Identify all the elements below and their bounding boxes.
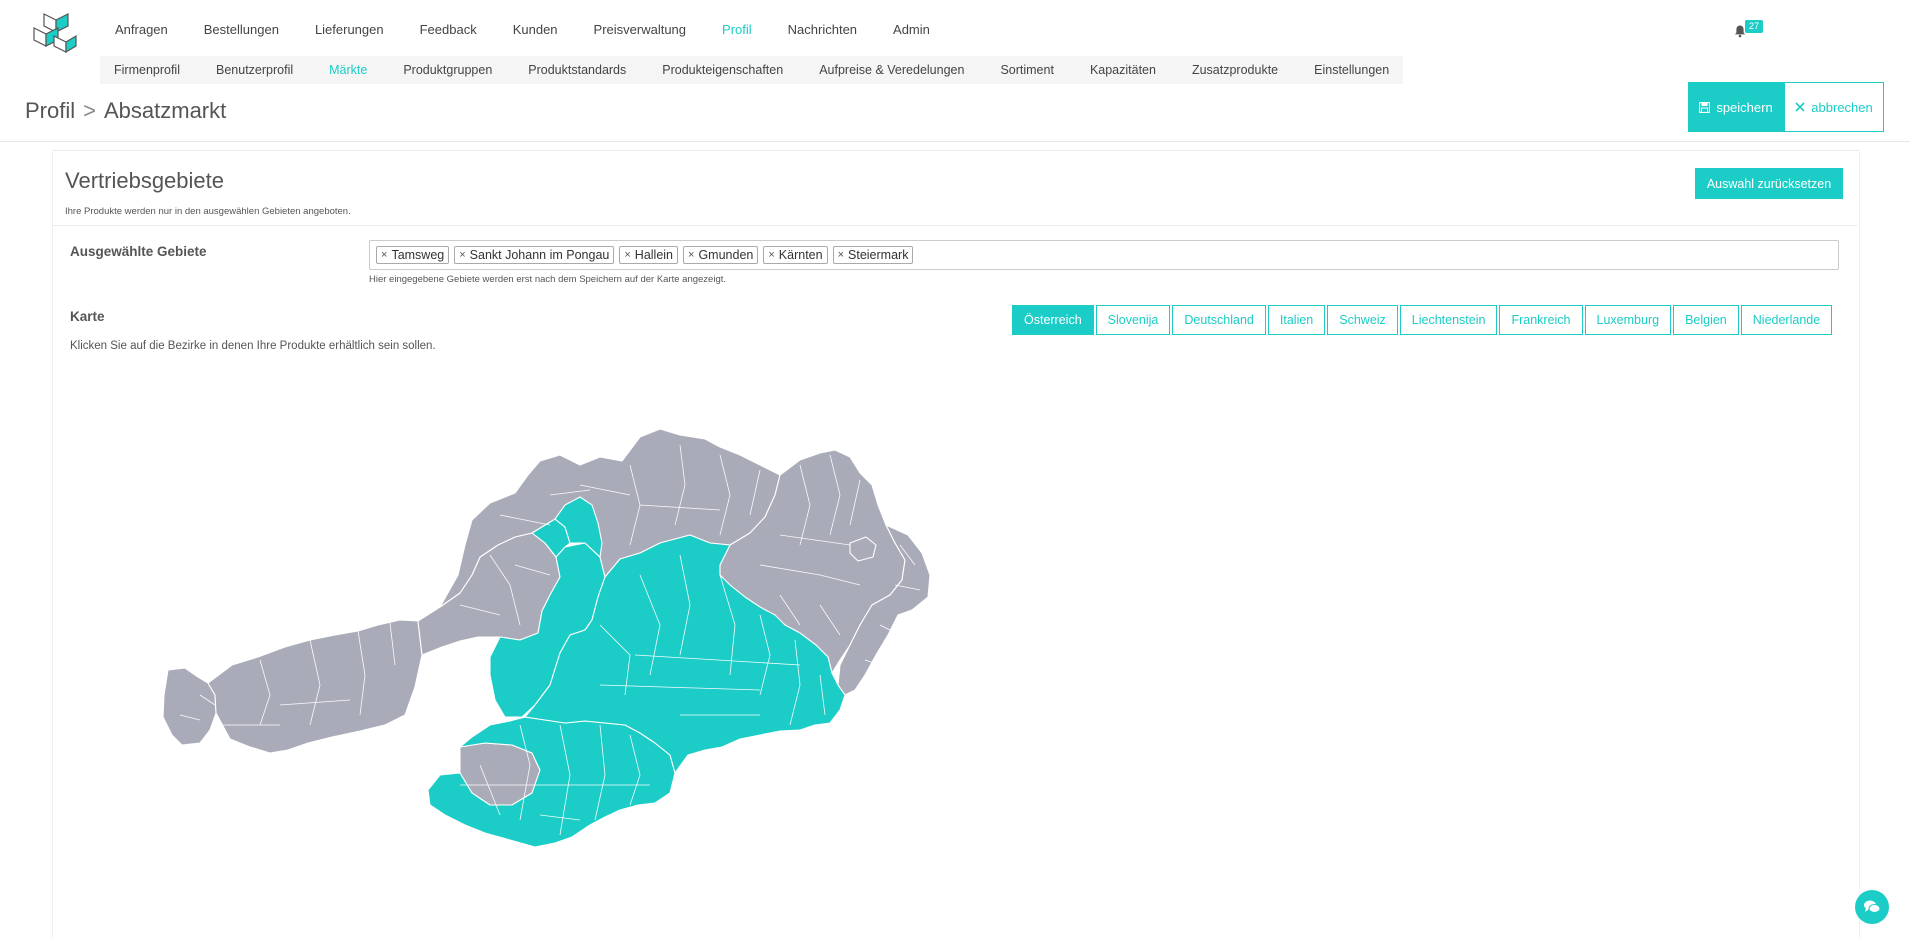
subnav-item-einstellungen[interactable]: Einstellungen [1314,63,1389,77]
austria-district-map[interactable] [160,425,1026,875]
nav-item-nachrichten[interactable]: Nachrichten [788,22,857,37]
subnav-item-benutzerprofil[interactable]: Benutzerprofil [216,63,293,77]
selected-region-tag-label: Steiermark [848,248,909,262]
sub-nav: Firmenprofil Benutzerprofil Märkte Produktg… [100,56,1404,84]
selected-regions-hint: Hier eingegebene Gebiete werden erst nac… [369,274,727,285]
country-button-slovenija[interactable]: Slovenija [1095,305,1171,335]
chat-button[interactable] [1855,890,1889,924]
selected-region-tag: × Kärnten [763,246,828,264]
map-label: Karte [70,309,105,324]
subnav-item-produkteigenschaften[interactable]: Produkteigenschaften [662,63,783,77]
breadcrumb-separator: > [83,98,96,123]
map-region-vorarlberg[interactable] [162,667,217,746]
selected-region-tag-label: Gmunden [698,248,754,262]
selected-region-tag: × Steiermark [832,246,914,264]
country-button-osterreich[interactable]: Österreich [1012,305,1094,335]
selected-region-tag-label: Hallein [634,248,674,262]
selected-region-tag: × Sankt Johann im Pongau [454,246,615,264]
selected-region-tag: × Tamsweg [376,246,450,264]
country-button-italien[interactable]: Italien [1267,305,1326,335]
cancel-button[interactable]: abbrechen [1784,82,1884,132]
nav-item-admin[interactable]: Admin [893,22,930,37]
selected-region-tag-label: Tamsweg [391,248,445,262]
country-switcher: Österreich Slovenija Deutschland Italien Sch… [1012,305,1833,335]
remove-tag-icon[interactable]: × [624,249,630,261]
section-divider [52,225,1858,226]
selected-regions-input[interactable]: × Tamsweg × Sankt Johann im Pongau × Hallein ×… [369,240,1839,270]
nav-item-feedback[interactable]: Feedback [420,22,477,37]
subnav-item-sortiment[interactable]: Sortiment [1000,63,1054,77]
section-subtitle: Ihre Produkte werden nur in den ausgewäh… [65,206,351,217]
nav-item-bestellungen[interactable]: Bestellungen [204,22,279,37]
nav-item-preisverwaltung[interactable]: Preisverwaltung [594,22,687,37]
save-button[interactable]: speichern [1688,82,1784,132]
remove-tag-icon[interactable]: × [459,249,465,261]
reset-selection-button[interactable]: Auswahl zurücksetzen [1695,168,1843,199]
subnav-item-aufpreise-and-veredelungen[interactable]: Aufpreise & Veredelungen [819,63,964,77]
country-button-schweiz[interactable]: Schweiz [1327,305,1398,335]
country-button-frankreich[interactable]: Frankreich [1499,305,1583,335]
nav-item-kunden[interactable]: Kunden [513,22,558,37]
subnav-item-firmenprofil[interactable]: Firmenprofil [114,63,180,77]
header-divider [0,141,1910,142]
cancel-button-label: abbrechen [1811,99,1873,115]
breadcrumb-parent[interactable]: Profil [25,98,75,123]
selected-region-tag: × Gmunden [683,246,759,264]
country-button-belgien[interactable]: Belgien [1673,305,1739,335]
chat-icon [1864,900,1881,913]
breadcrumb-current: Absatzmarkt [103,98,227,123]
map-region-tirol[interactable] [207,619,423,754]
close-icon [1795,102,1805,112]
remove-tag-icon[interactable]: × [688,249,694,261]
save-button-label: speichern [1716,99,1773,115]
remove-tag-icon[interactable]: × [381,249,387,261]
subnav-item-produktgruppen[interactable]: Produktgruppen [403,63,492,77]
country-button-niederlande[interactable]: Niederlande [1740,305,1833,335]
subnav-item-produktstandards[interactable]: Produktstandards [528,63,626,77]
selected-region-tag: × Hallein [619,246,679,264]
country-button-liechtenstein[interactable]: Liechtenstein [1399,305,1498,335]
subnav-item-markte[interactable]: Märkte [329,63,367,77]
nav-item-lieferungen[interactable]: Lieferungen [315,22,384,37]
remove-tag-icon[interactable]: × [838,249,844,261]
section-title: Vertriebsgebiete [65,168,224,193]
remove-tag-icon[interactable]: × [768,249,774,261]
selected-region-tag-label: Sankt Johann im Pongau [469,248,610,262]
main-nav: Anfragen Bestellungen Lieferungen Feedback K… [115,22,966,37]
app-logo[interactable] [30,10,78,54]
save-icon [1699,101,1711,113]
subnav-item-kapazitaten[interactable]: Kapazitäten [1090,63,1156,77]
nav-item-profil[interactable]: Profil [722,22,752,37]
map-hint: Klicken Sie auf die Bezirke in denen Ihr… [70,340,436,352]
breadcrumb: Profil > Absatzmarkt [25,98,226,124]
selected-regions-label: Ausgewählte Gebiete [70,244,207,259]
country-button-deutschland[interactable]: Deutschland [1172,305,1266,335]
subnav-item-zusatzprodukte[interactable]: Zusatzprodukte [1192,63,1278,77]
nav-item-anfragen[interactable]: Anfragen [115,22,168,37]
selected-region-tag-label: Kärnten [778,248,823,262]
country-button-luxemburg[interactable]: Luxemburg [1584,305,1672,335]
notification-count-badge: 27 [1745,20,1764,33]
